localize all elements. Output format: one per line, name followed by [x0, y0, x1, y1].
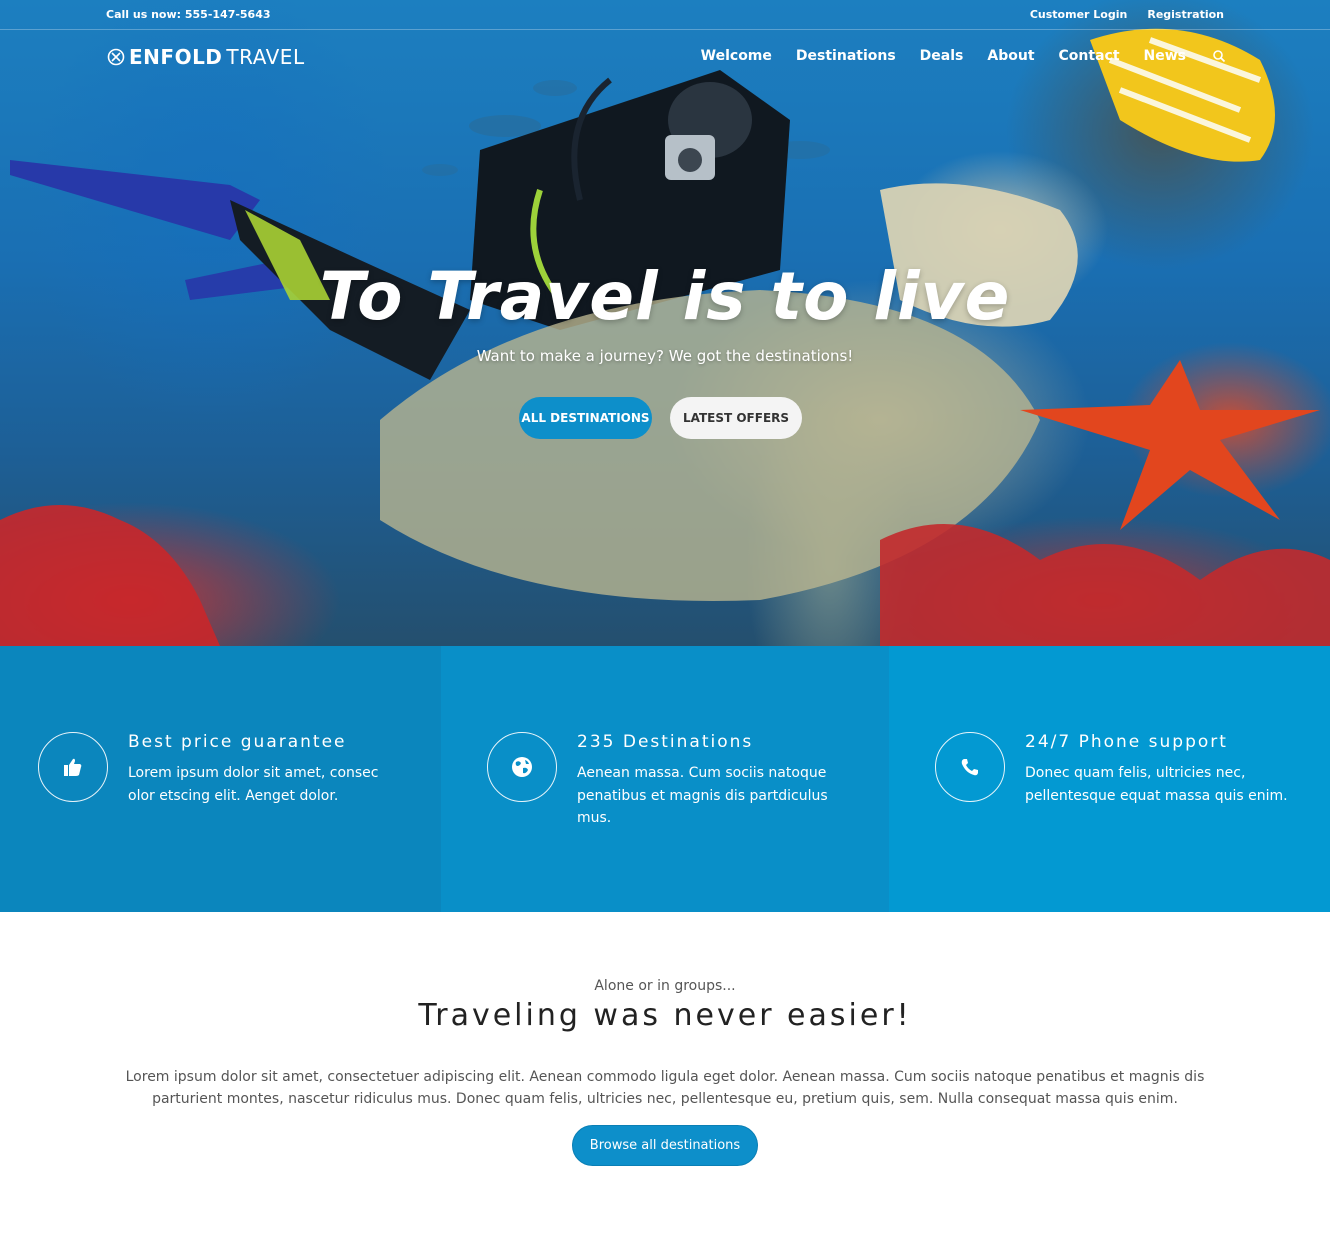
phone-icon: [961, 759, 978, 776]
browse-destinations-button[interactable]: Browse all destinations: [572, 1125, 758, 1166]
feature-text: Donec quam felis, ultricies nec, pellent…: [1025, 765, 1288, 804]
site-logo[interactable]: ENFOLD TRAVEL: [107, 45, 305, 69]
logo-text-light: TRAVEL: [226, 45, 305, 69]
account-links: Customer Login Registration: [1030, 8, 1224, 21]
call-us-text: Call us now: 555-147-5643: [106, 8, 271, 21]
feature-icon-circle: [487, 732, 557, 802]
main-navigation: Welcome Destinations Deals About Contact…: [677, 48, 1226, 64]
feature-title: 235 Destinations: [577, 732, 754, 752]
compass-icon: [107, 48, 125, 66]
hero-headline: To Travel is to live: [319, 258, 1011, 335]
globe-icon: [512, 757, 532, 777]
nav-item-deals[interactable]: Deals: [920, 48, 964, 64]
intro-kicker: Alone or in groups...: [594, 978, 736, 994]
all-destinations-button[interactable]: ALL DESTINATIONS: [519, 397, 652, 439]
feature-destinations: 235 Destinations Aenean massa. Cum socii…: [441, 646, 889, 912]
intro-body: Lorem ipsum dolor sit amet, consectetuer…: [125, 1069, 1205, 1107]
intro-title: Traveling was never easier!: [418, 998, 912, 1033]
feature-phone-support: 24/7 Phone support Donec quam felis, ult…: [889, 646, 1330, 912]
top-bar: Call us now: 555-147-5643 Customer Login…: [0, 0, 1330, 30]
features-section: Best price guarantee Lorem ipsum dolor s…: [0, 646, 1330, 912]
nav-item-destinations[interactable]: Destinations: [796, 48, 896, 64]
feature-icon-circle: [935, 732, 1005, 802]
feature-best-price: Best price guarantee Lorem ipsum dolor s…: [0, 646, 441, 912]
feature-text: Aenean massa. Cum sociis natoque penatib…: [577, 765, 828, 826]
feature-icon-circle: [38, 732, 108, 802]
feature-text: Lorem ipsum dolor sit amet, consec olor …: [128, 765, 379, 804]
nav-item-contact[interactable]: Contact: [1059, 48, 1120, 64]
thumbs-up-icon: [64, 758, 82, 776]
hero-section: Call us now: 555-147-5643 Customer Login…: [0, 0, 1330, 646]
nav-item-news[interactable]: News: [1144, 48, 1186, 64]
registration-link[interactable]: Registration: [1147, 8, 1224, 21]
nav-item-about[interactable]: About: [987, 48, 1034, 64]
latest-offers-button[interactable]: LATEST OFFERS: [670, 397, 802, 439]
feature-title: 24/7 Phone support: [1025, 732, 1228, 752]
hero-subheadline: Want to make a journey? We got the desti…: [476, 347, 854, 365]
feature-title: Best price guarantee: [128, 732, 347, 752]
nav-item-welcome[interactable]: Welcome: [701, 48, 772, 64]
customer-login-link[interactable]: Customer Login: [1030, 8, 1128, 21]
intro-section: Alone or in groups... Traveling was neve…: [0, 912, 1330, 1242]
logo-text-bold: ENFOLD: [129, 45, 223, 69]
search-icon[interactable]: [1212, 49, 1226, 63]
